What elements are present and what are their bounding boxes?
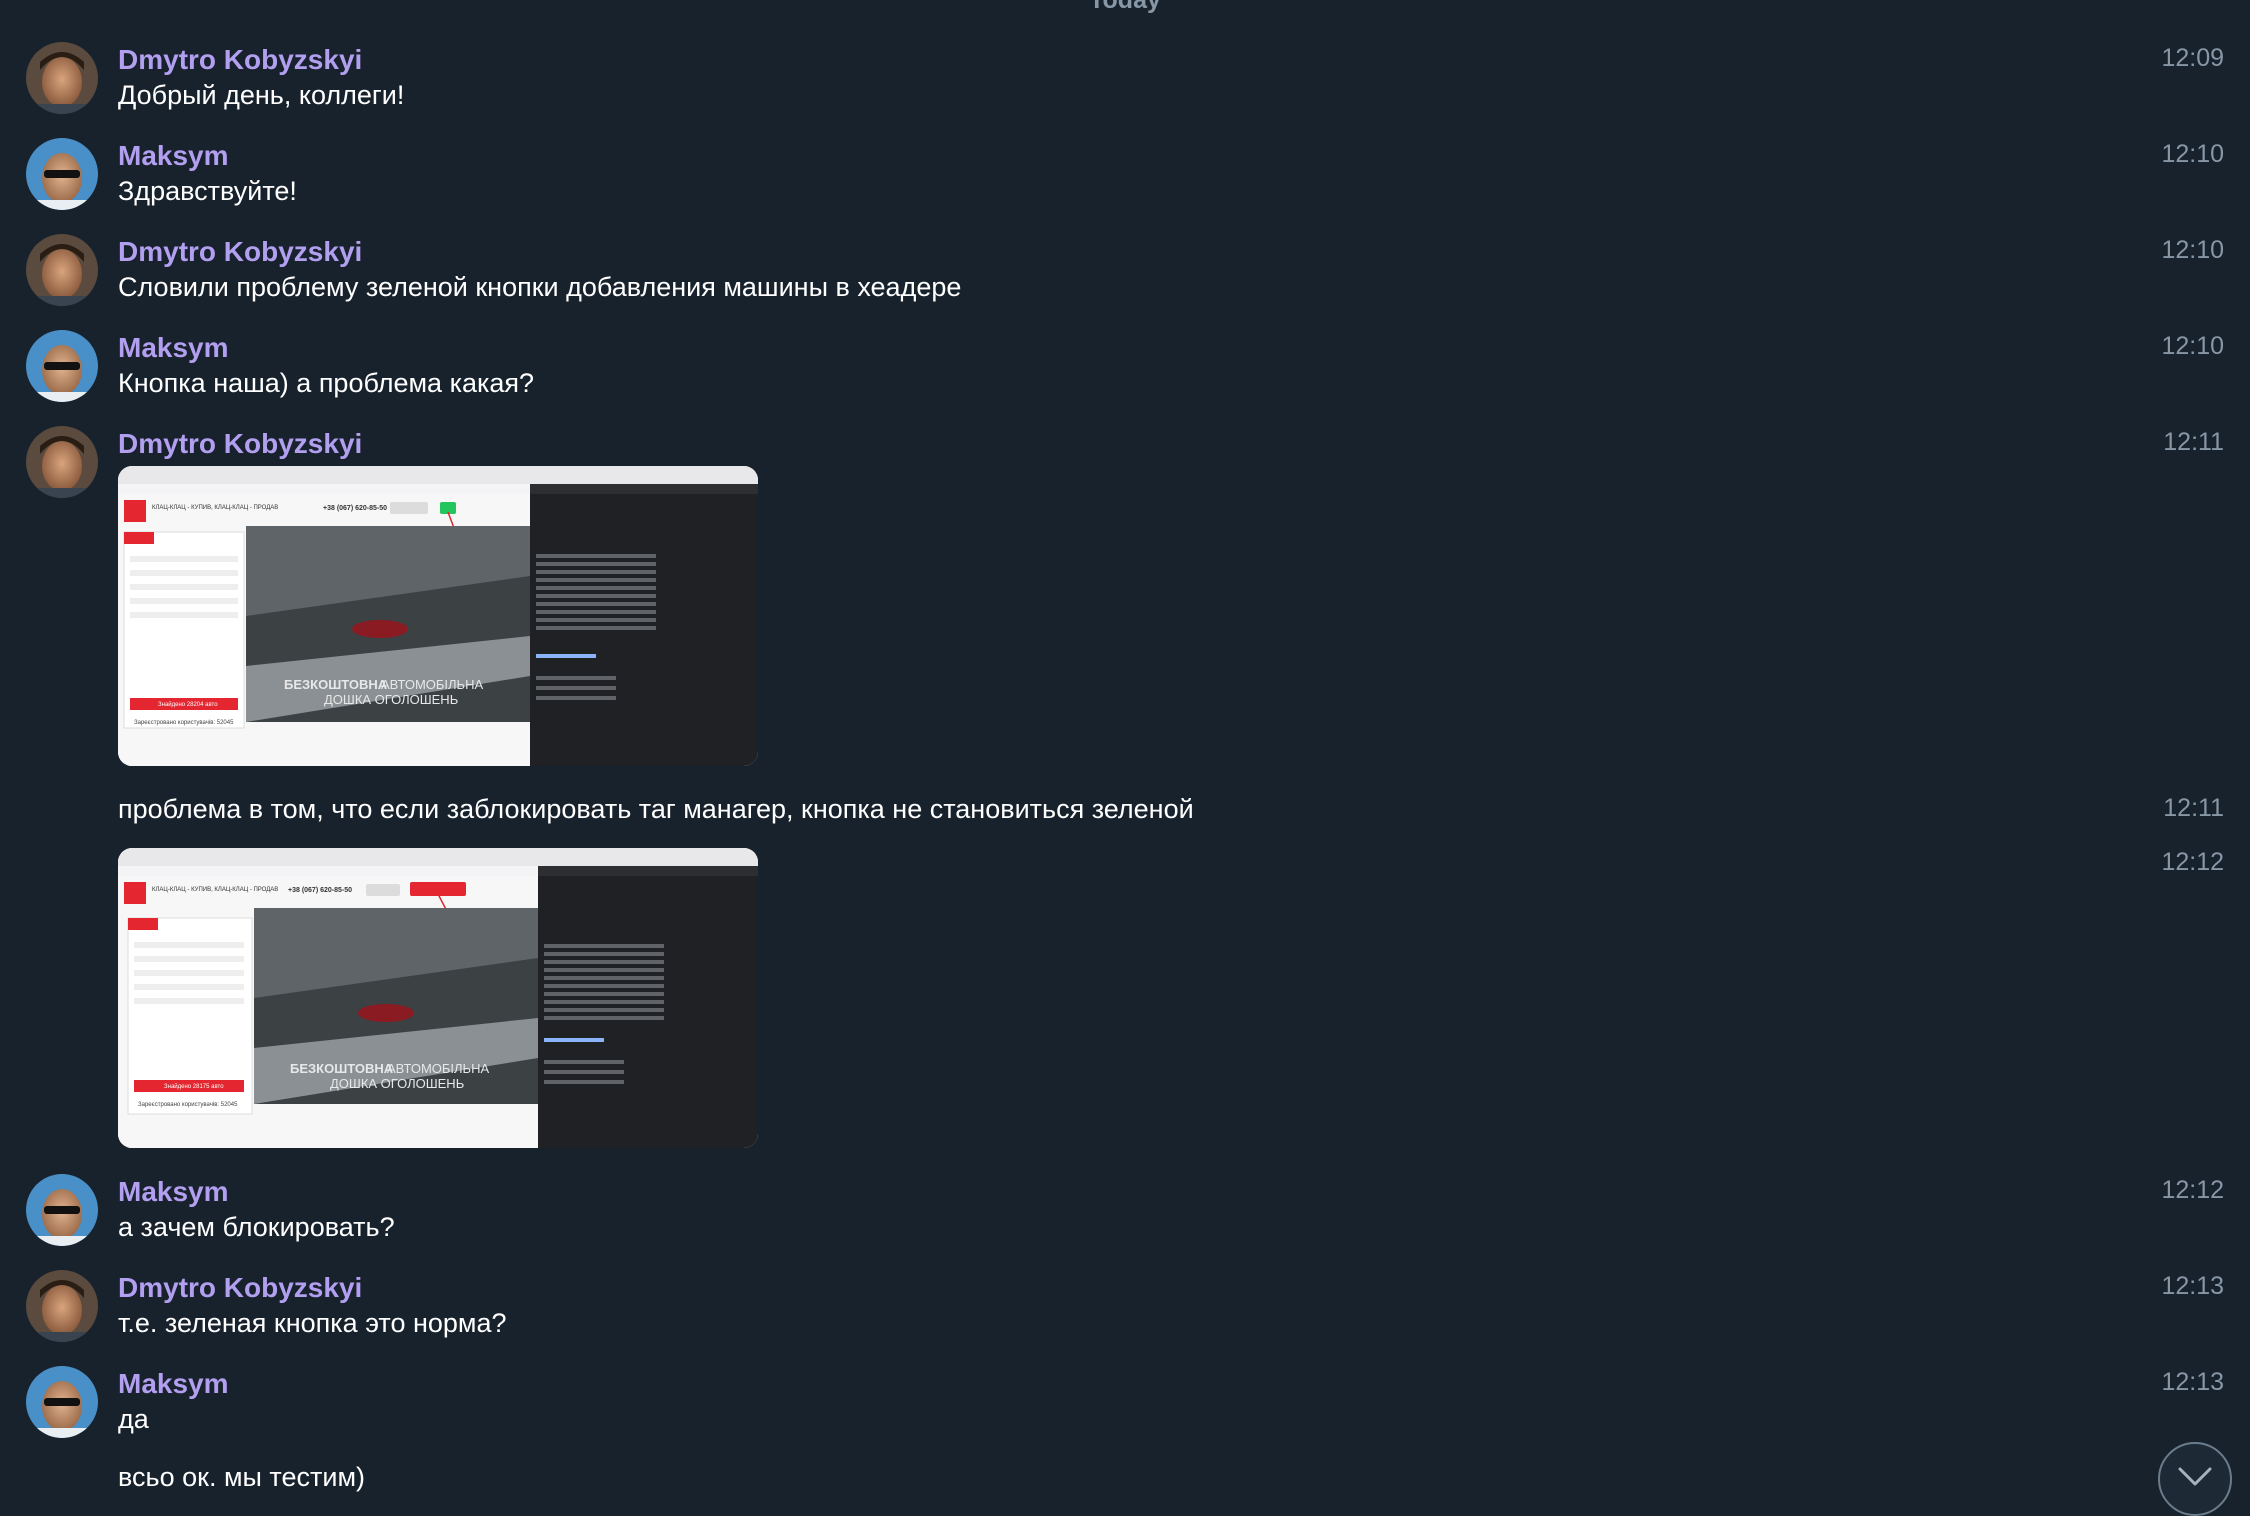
hero-title-bold: БЕЗКОШТОВНА — [290, 1061, 394, 1076]
message-time: 12:10 — [2161, 332, 2224, 360]
message-text: проблема в том, что если заблокировать т… — [118, 794, 1194, 824]
avatar[interactable] — [26, 1270, 98, 1342]
message-text: всьо ок. мы тестим) — [118, 1462, 366, 1492]
message-time: 12:13 — [2161, 1368, 2224, 1396]
screenshot-image[interactable]: КЛАЦ-КЛАЦ - КУПИВ, КЛАЦ-КЛАЦ - ПРОДАВ +3… — [118, 466, 758, 766]
scroll-to-bottom-button[interactable] — [2158, 1442, 2232, 1516]
site-phone: +38 (067) 620-85-50 — [288, 887, 352, 894]
date-separator: Today — [1089, 0, 1161, 14]
message-time: 12:10 — [2161, 140, 2224, 168]
search-cars-label: Знайдено 28175 авто — [164, 1083, 224, 1090]
search-cars-label: Знайдено 28204 авто — [158, 701, 218, 708]
avatar[interactable] — [26, 234, 98, 306]
message-time: 12:09 — [2161, 44, 2224, 72]
message-text: а зачем блокировать? — [118, 1212, 395, 1242]
hero-subtitle: ДОШКА ОГОЛОШЕНЬ — [330, 1076, 464, 1091]
message-text: да — [118, 1404, 149, 1434]
sender-name[interactable]: Maksym — [118, 140, 229, 172]
avatar[interactable] — [26, 1174, 98, 1246]
sender-name[interactable]: Maksym — [118, 1176, 229, 1208]
message-time: 12:12 — [2161, 1176, 2224, 1204]
message-time: 12:13 — [2161, 1272, 2224, 1300]
registered-users: Зареєстровано користувачів: 52045 — [134, 720, 234, 726]
avatar[interactable] — [26, 1366, 98, 1438]
site-brand: КЛАЦ-КЛАЦ - КУПИВ, КЛАЦ-КЛАЦ - ПРОДАВ — [152, 887, 278, 893]
sender-name[interactable]: Maksym — [118, 1368, 229, 1400]
hero-title-regular: АВТОМОБІЛЬНА — [381, 677, 483, 692]
hero-title-bold: БЕЗКОШТОВНА — [284, 677, 388, 692]
message-time: 12:12 — [2161, 848, 2224, 876]
avatar[interactable] — [26, 330, 98, 402]
red-add-car-button[interactable] — [410, 882, 466, 896]
site-brand: КЛАЦ-КЛАЦ - КУПИВ, КЛАЦ-КЛАЦ - ПРОДАВ — [152, 505, 278, 511]
sender-name[interactable]: Dmytro Kobyzskyi — [118, 1272, 362, 1304]
message-time: 12:10 — [2161, 236, 2224, 264]
message-text: Добрый день, коллеги! — [118, 80, 405, 110]
screenshot-image[interactable]: КЛАЦ-КЛАЦ - КУПИВ, КЛАЦ-КЛАЦ - ПРОДАВ +3… — [118, 848, 758, 1148]
avatar[interactable] — [26, 138, 98, 210]
message-time: 12:11 — [2163, 428, 2224, 456]
site-phone: +38 (067) 620-85-50 — [323, 505, 387, 512]
avatar[interactable] — [26, 426, 98, 498]
chevron-down-icon — [2178, 1467, 2212, 1492]
avatar[interactable] — [26, 42, 98, 114]
message-text: Словили проблему зеленой кнопки добавлен… — [118, 272, 962, 302]
sender-name[interactable]: Dmytro Kobyzskyi — [118, 44, 362, 76]
message-text: Здравствуйте! — [118, 176, 297, 206]
sender-name[interactable]: Maksym — [118, 332, 229, 364]
sender-name[interactable]: Dmytro Kobyzskyi — [118, 236, 362, 268]
message-time: 12:11 — [2163, 794, 2224, 822]
registered-users: Зареєстровано користувачів: 52045 — [138, 1102, 238, 1108]
hero-title-regular: АВТОМОБІЛЬНА — [387, 1061, 489, 1076]
sender-name[interactable]: Dmytro Kobyzskyi — [118, 428, 362, 460]
hero-subtitle: ДОШКА ОГОЛОШЕНЬ — [324, 692, 458, 707]
message-text: Кнопка наша) а проблема какая? — [118, 368, 535, 398]
message-text: т.е. зеленая кнопка это норма? — [118, 1308, 507, 1338]
